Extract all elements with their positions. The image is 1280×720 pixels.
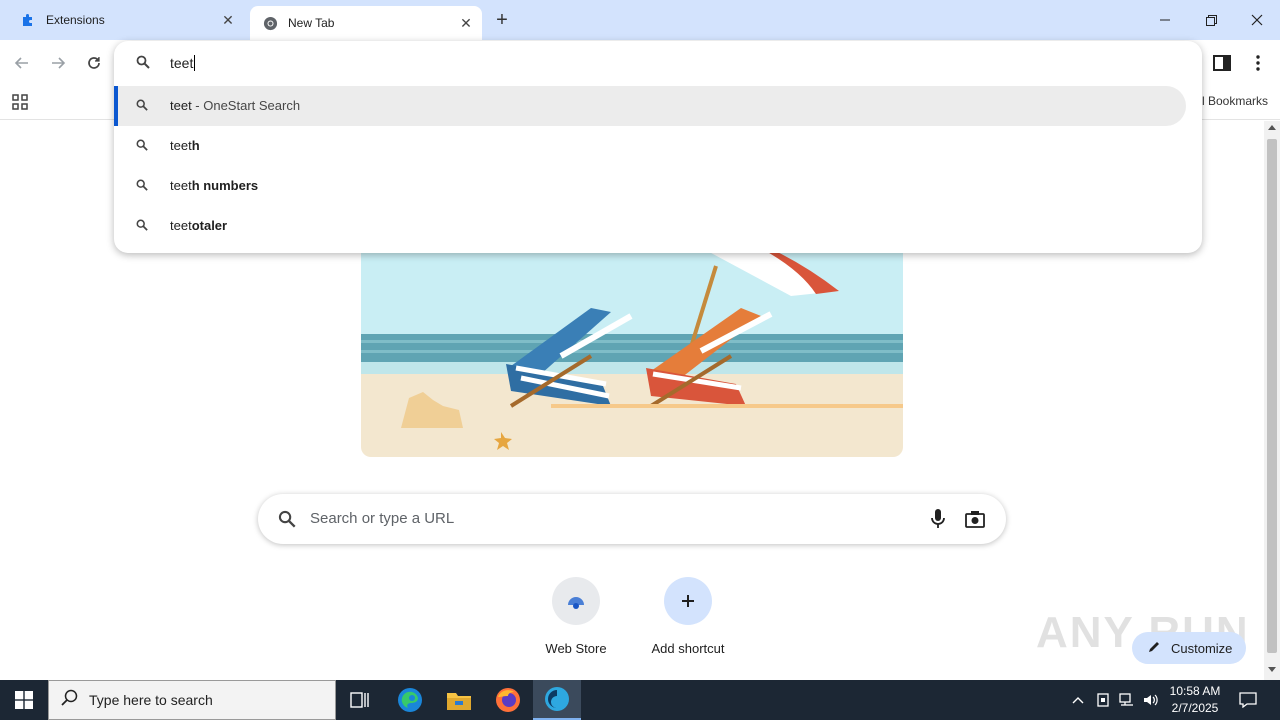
customize-label: Customize: [1171, 640, 1233, 656]
clock-time: 10:58 AM: [1169, 684, 1221, 698]
notification-icon[interactable]: [1236, 680, 1260, 720]
pencil-icon: [1148, 640, 1161, 656]
tab-title: New Tab: [288, 16, 335, 30]
apps-grid-icon[interactable]: [12, 94, 28, 110]
onestart-browser-icon[interactable]: [533, 680, 581, 720]
shortcut-label: Add shortcut: [651, 641, 725, 656]
start-button[interactable]: [0, 680, 48, 720]
security-tray-icon[interactable]: [1092, 680, 1114, 720]
tab-new-tab[interactable]: New Tab ✕: [250, 6, 482, 40]
shortcut-label: Web Store: [545, 641, 607, 656]
doodle-image[interactable]: [361, 236, 903, 457]
close-tab-icon[interactable]: ✕: [218, 10, 238, 30]
restore-icon[interactable]: [1188, 0, 1234, 40]
search-placeholder: Search or type a URL: [310, 510, 455, 527]
taskbar-search-placeholder: Type here to search: [89, 692, 213, 708]
plus-icon: [664, 577, 712, 625]
firefox-icon[interactable]: [484, 680, 532, 720]
forward-icon[interactable]: [46, 51, 70, 75]
task-view-icon[interactable]: [336, 680, 384, 720]
ntp-search-box[interactable]: Search or type a URL: [258, 494, 1006, 544]
scroll-down-icon[interactable]: [1268, 667, 1276, 672]
shortcut-web-store[interactable]: Web Store: [520, 577, 632, 667]
suggestion-item[interactable]: teeth: [114, 126, 1186, 166]
network-icon[interactable]: [1116, 680, 1138, 720]
page-scrollbar[interactable]: [1264, 121, 1280, 680]
customize-button[interactable]: Customize: [1132, 632, 1246, 664]
search-icon: [136, 55, 150, 74]
tab-strip: Extensions ✕ New Tab ✕ +: [0, 0, 1280, 40]
suggestion-item[interactable]: teetotaler: [114, 206, 1186, 246]
tab-extensions[interactable]: Extensions ✕: [8, 0, 244, 40]
back-icon[interactable]: [10, 51, 34, 75]
new-tab-button[interactable]: +: [490, 8, 514, 32]
search-icon: [136, 99, 148, 114]
reload-icon[interactable]: [82, 51, 106, 75]
address-input[interactable]: teet: [170, 55, 196, 71]
search-icon: [136, 139, 148, 154]
suggestion-text: teeth: [170, 138, 200, 153]
more-menu-icon[interactable]: [1248, 53, 1268, 73]
clock-date: 2/7/2025: [1171, 701, 1219, 715]
suggestion-item[interactable]: teet - OneStart Search: [114, 86, 1186, 126]
system-clock[interactable]: 10:58 AM 2/7/2025: [1160, 683, 1230, 717]
minimize-icon[interactable]: [1142, 0, 1188, 40]
windows-logo-icon: [15, 691, 33, 709]
search-icon: [278, 510, 296, 533]
suggestion-text: teeth numbers: [170, 178, 259, 193]
scroll-up-icon[interactable]: [1268, 125, 1276, 130]
windows-taskbar: Type here to search 10:58 AM 2/7/2025: [0, 680, 1280, 720]
close-window-icon[interactable]: [1234, 0, 1280, 40]
search-icon: [136, 179, 148, 194]
search-icon: [61, 689, 79, 712]
puzzle-icon: [20, 12, 36, 28]
web-store-icon: [552, 577, 600, 625]
taskbar-search[interactable]: Type here to search: [48, 680, 336, 720]
side-panel-icon[interactable]: [1212, 53, 1232, 73]
shortcut-add[interactable]: Add shortcut: [632, 577, 744, 667]
suggestion-text: teetotaler: [170, 218, 228, 233]
address-bar[interactable]: teet: [114, 41, 1202, 85]
microphone-icon[interactable]: [928, 508, 948, 535]
suggestion-item[interactable]: teeth numbers: [114, 166, 1186, 206]
scroll-thumb[interactable]: [1267, 139, 1277, 653]
suggestion-text: teet - OneStart Search: [170, 98, 301, 113]
close-tab-icon[interactable]: ✕: [456, 13, 476, 33]
all-bookmarks-link[interactable]: l Bookmarks: [1202, 94, 1268, 108]
file-explorer-icon[interactable]: [435, 680, 483, 720]
tab-title: Extensions: [46, 13, 105, 27]
camera-search-icon[interactable]: [964, 509, 986, 534]
search-icon: [136, 219, 148, 234]
edge-icon[interactable]: [386, 680, 434, 720]
chevron-up-icon[interactable]: [1068, 680, 1088, 720]
chrome-icon: [262, 15, 278, 31]
omnibox-popup: teet teet - OneStart Search teeth teeth …: [114, 41, 1202, 253]
volume-icon[interactable]: [1140, 680, 1162, 720]
